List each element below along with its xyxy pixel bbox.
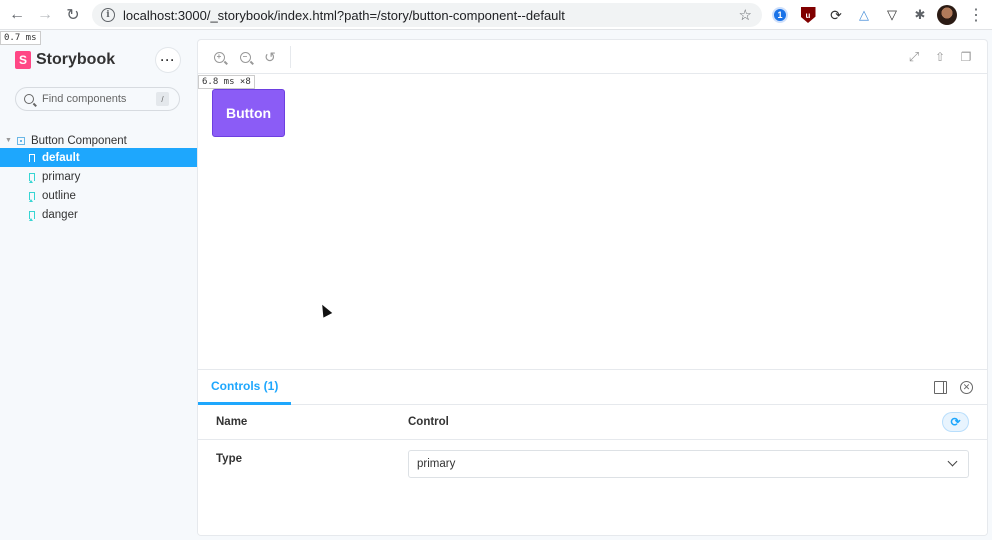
story-label: primary xyxy=(42,170,81,183)
fullscreen-icon[interactable]: ⤢ xyxy=(907,49,921,64)
search-input[interactable] xyxy=(42,93,152,105)
type-select[interactable]: primary xyxy=(408,450,969,478)
panel-orientation-icon[interactable] xyxy=(934,381,947,394)
story-label: outline xyxy=(42,189,76,202)
mouse-cursor-icon xyxy=(317,302,333,318)
1password-icon[interactable]: 1 xyxy=(770,5,790,25)
close-icon[interactable]: ✕ xyxy=(960,381,973,394)
browser-menu-icon[interactable]: ⋮ xyxy=(966,5,986,25)
puzzle-icon[interactable]: ✱ xyxy=(910,5,930,25)
forward-arrow-icon[interactable]: → xyxy=(31,1,59,29)
column-header-control: Control xyxy=(408,416,449,428)
story-item-danger[interactable]: danger xyxy=(0,205,198,224)
story-item-default[interactable]: default xyxy=(0,148,198,167)
tree-group-label: Button Component xyxy=(30,134,127,147)
sidebar-menu-button[interactable]: ··· xyxy=(156,48,180,72)
search-shortcut-key: / xyxy=(156,92,169,106)
addons-panel: Controls (1) ✕ Name Control ⟳ Type prima… xyxy=(198,369,987,535)
refresh-icon: ⟳ xyxy=(950,415,961,429)
storybook-brand[interactable]: S Storybook xyxy=(15,51,115,69)
url-text[interactable]: localhost:3000/_storybook/index.html?pat… xyxy=(123,8,565,23)
zoom-out-icon[interactable]: – xyxy=(238,50,252,64)
pocket-icon[interactable]: ▽ xyxy=(882,5,902,25)
back-arrow-icon[interactable]: ← xyxy=(3,1,31,29)
brand-name: Storybook xyxy=(36,51,116,68)
preview-panel: + – ↺ ⤢ ⇧ ❐ Button Controls (1) ✕ Name C… xyxy=(198,40,987,535)
toolbar-divider xyxy=(290,46,291,68)
zoom-reset-icon[interactable]: ↺ xyxy=(263,49,277,65)
bookmark-icon xyxy=(29,191,35,202)
chevron-down-icon[interactable]: ▼ xyxy=(5,137,12,144)
addons-tabbar: Controls (1) ✕ xyxy=(198,370,987,405)
select-value: primary xyxy=(417,458,456,470)
url-host: localhost:3000 xyxy=(123,7,207,23)
search-icon xyxy=(24,94,34,104)
copy-link-icon[interactable]: ❐ xyxy=(959,50,973,64)
reload-icon[interactable]: ↻ xyxy=(59,1,87,29)
site-info-icon[interactable]: i xyxy=(101,8,115,22)
bookmark-icon xyxy=(29,210,35,221)
controls-table-header: Name Control ⟳ xyxy=(198,405,987,440)
control-name: Type xyxy=(216,453,242,465)
story-label: default xyxy=(42,151,80,164)
story-canvas: Button xyxy=(198,74,987,369)
search-box: / xyxy=(15,87,180,111)
avatar[interactable] xyxy=(937,5,957,25)
demo-button[interactable]: Button xyxy=(212,89,285,137)
address-bar[interactable]: i localhost:3000/_storybook/index.html?p… xyxy=(92,3,762,27)
table-row: Type primary xyxy=(198,441,987,486)
drive-icon[interactable]: △ xyxy=(854,5,874,25)
storybook-logo-icon: S xyxy=(15,51,31,69)
preview-timing-badge: 6.8 ms ×8 xyxy=(198,75,255,89)
bookmark-icon xyxy=(29,153,35,164)
chevron-down-icon xyxy=(947,456,958,467)
reset-controls-button[interactable]: ⟳ xyxy=(943,413,968,431)
story-item-primary[interactable]: primary xyxy=(0,167,198,186)
story-label: danger xyxy=(42,208,78,221)
bookmark-star-icon[interactable]: ☆ xyxy=(739,6,752,24)
ublock-icon[interactable]: u xyxy=(798,5,818,25)
zoom-in-icon[interactable]: + xyxy=(212,50,226,64)
storybook-sidebar: S Storybook ··· / ▼ Button Component def… xyxy=(0,31,198,540)
column-header-name: Name xyxy=(216,416,248,428)
browser-toolbar: ← → ↻ i localhost:3000/_storybook/index.… xyxy=(0,0,992,30)
url-path: /_storybook/index.html?path=/story/butto… xyxy=(206,7,565,23)
sync-icon[interactable]: ⟳ xyxy=(826,5,846,25)
render-timing-badge: 0.7 ms xyxy=(0,31,41,45)
bookmark-icon xyxy=(29,172,35,183)
share-icon[interactable]: ⇧ xyxy=(933,50,947,64)
preview-toolbar: + – ↺ ⤢ ⇧ ❐ xyxy=(198,40,987,74)
story-item-outline[interactable]: outline xyxy=(0,186,198,205)
tab-controls[interactable]: Controls (1) xyxy=(198,370,292,405)
component-icon xyxy=(16,136,25,145)
